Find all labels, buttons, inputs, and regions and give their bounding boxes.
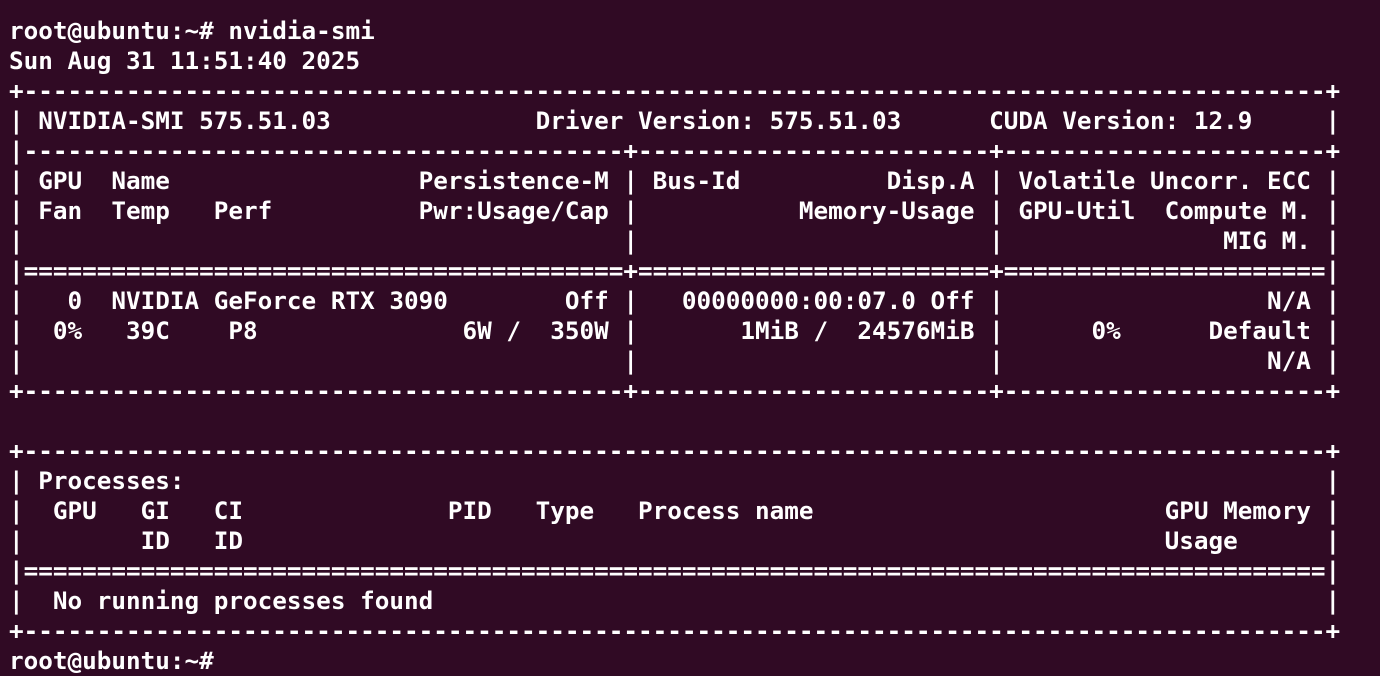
gpu-header-row-1: | GPU Name Persistence-M | Bus-Id Disp.A…	[9, 166, 1341, 195]
terminal-window[interactable]: root@ubuntu:~# nvidia-smi Sun Aug 31 11:…	[0, 0, 1380, 676]
processes-title: | Processes: |	[9, 466, 1341, 495]
driver-info-line: | NVIDIA-SMI 575.51.03 Driver Version: 5…	[9, 106, 1341, 135]
processes-header-row-1: | GPU GI CI PID Type Process name GPU Me…	[9, 496, 1341, 525]
processes-border-bottom: +---------------------------------------…	[9, 616, 1341, 645]
gpu-table-border-bottom: +---------------------------------------…	[9, 376, 1341, 405]
gpu-row-1: | 0 NVIDIA GeForce RTX 3090 Off | 000000…	[9, 286, 1341, 315]
table-border-top: +---------------------------------------…	[9, 76, 1341, 105]
gpu-row-2: | 0% 39C P8 6W / 350W | 1MiB / 24576MiB …	[9, 316, 1341, 345]
prompt-text: root@ubuntu:~#	[9, 646, 214, 675]
table-divider: |---------------------------------------…	[9, 136, 1341, 165]
processes-empty-message: | No running processes found |	[9, 586, 1341, 615]
prompt-line[interactable]: root@ubuntu:~#	[9, 646, 1380, 676]
timestamp-line: Sun Aug 31 11:51:40 2025	[9, 46, 361, 75]
processes-border-top: +---------------------------------------…	[9, 436, 1341, 465]
gpu-header-row-3: | | | MIG M. |	[9, 226, 1341, 255]
gpu-row-3: | | | N/A |	[9, 346, 1341, 375]
gpu-header-separator: |=======================================…	[9, 256, 1341, 285]
processes-header-separator: |=======================================…	[9, 556, 1341, 585]
command-line: root@ubuntu:~# nvidia-smi	[9, 16, 375, 45]
processes-header-row-2: | ID ID Usage |	[9, 526, 1341, 555]
gpu-header-row-2: | Fan Temp Perf Pwr:Usage/Cap | Memory-U…	[9, 196, 1341, 225]
